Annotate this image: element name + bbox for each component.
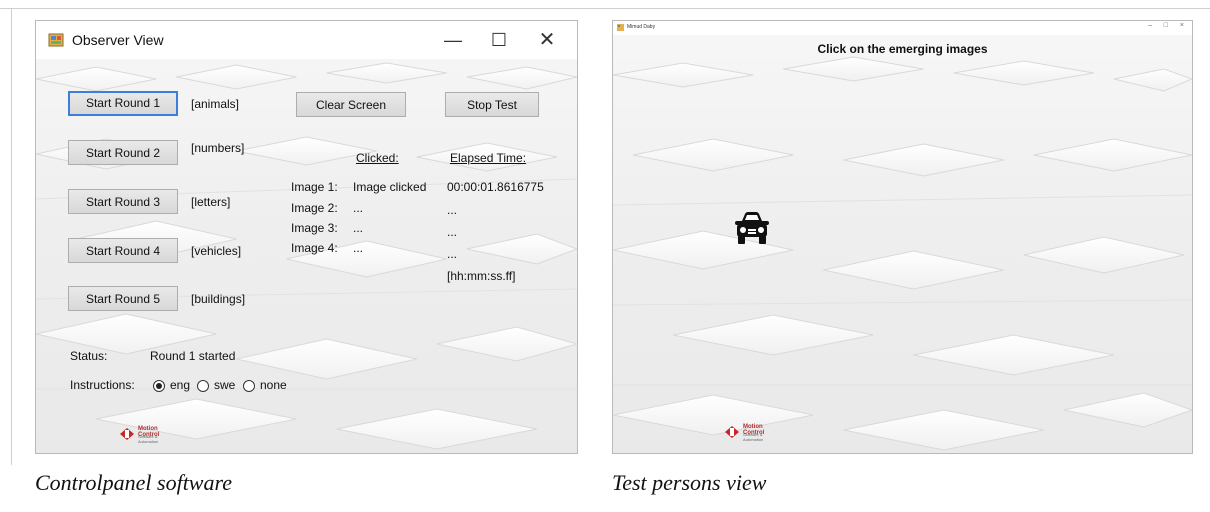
radio-swe[interactable] (197, 380, 209, 392)
maximize-button[interactable]: ☐ (479, 27, 519, 53)
round-5-category: [buildings] (191, 292, 246, 306)
left-caption: Controlpanel software (35, 470, 232, 495)
radio-eng[interactable] (153, 380, 165, 392)
round-3-category: [letters] (191, 195, 231, 209)
radio-eng-label: eng (170, 378, 191, 392)
close-button[interactable]: ✕ (527, 27, 567, 53)
round-2-category: [numbers] (191, 141, 245, 155)
close-button[interactable]: × (1180, 22, 1184, 29)
maximize-button[interactable]: □ (1164, 22, 1168, 29)
window-title: Mimud Daby (627, 24, 656, 30)
image-2-label: Image 2: (291, 201, 338, 215)
radio-none-label: none (260, 378, 287, 392)
image-4-time: ... (447, 247, 458, 261)
company-logo: Motion Control Software & Automation (118, 425, 178, 444)
radio-none[interactable] (243, 380, 255, 392)
start-round-3-button[interactable]: Start Round 3 (68, 189, 178, 214)
status-value: Round 1 started (150, 349, 236, 363)
minimize-button[interactable]: – (1148, 22, 1152, 29)
elapsed-time-header: Elapsed Time: (450, 151, 527, 165)
round-4-category: [vehicles] (191, 244, 242, 258)
instruction-text: Click on the emerging images (817, 42, 988, 56)
logo-mark-icon (725, 426, 739, 438)
company-logo: Motion Control Software & Automation (723, 423, 783, 442)
right-caption: Test persons view (612, 470, 767, 495)
start-round-2-button[interactable]: Start Round 2 (68, 140, 178, 165)
logo-subtext: Software & Automation (743, 432, 764, 442)
round-1-category: [animals] (191, 97, 240, 111)
image-1-clicked: Image clicked (353, 180, 427, 194)
image-3-clicked: ... (353, 221, 364, 235)
logo-subtext: Software & Automation (138, 434, 159, 444)
figure-left-border (11, 8, 12, 465)
image-4-clicked: ... (353, 241, 364, 255)
figure-top-border (0, 8, 1210, 9)
instructions-label: Instructions: (70, 378, 135, 392)
image-3-time: ... (447, 225, 458, 239)
start-round-5-button[interactable]: Start Round 5 (68, 286, 178, 311)
test-view-window: Mimud Daby – □ × Click on the emerging i… (612, 20, 1193, 454)
status-label: Status: (70, 349, 108, 363)
image-1-time: 00:00:01.8616775 (447, 180, 544, 194)
observer-window: Observer View — ☐ ✕ Start Round 1 [anima… (35, 20, 578, 454)
clear-screen-button[interactable]: Clear Screen (296, 92, 406, 117)
observer-title-bar: Observer View — ☐ ✕ (36, 21, 577, 59)
car-icon[interactable] (734, 211, 770, 245)
window-title: Observer View (72, 32, 164, 48)
radio-swe-label: swe (214, 378, 236, 392)
test-view-title-bar: Mimud Daby – □ × (613, 21, 1192, 35)
app-icon (617, 24, 624, 31)
clicked-header: Clicked: (356, 151, 399, 165)
app-icon (48, 33, 64, 47)
start-round-1-button[interactable]: Start Round 1 (68, 91, 178, 116)
image-4-label: Image 4: (291, 241, 338, 255)
image-2-time: ... (447, 203, 458, 217)
image-1-label: Image 1: (291, 180, 338, 194)
hexagon-background (613, 35, 1192, 453)
start-round-4-button[interactable]: Start Round 4 (68, 238, 178, 263)
image-3-label: Image 3: (291, 221, 338, 235)
minimize-button[interactable]: — (433, 27, 473, 53)
image-2-clicked: ... (353, 201, 364, 215)
logo-mark-icon (120, 428, 134, 440)
stop-test-button[interactable]: Stop Test (445, 92, 539, 117)
time-format-hint: [hh:mm:ss.ff] (447, 269, 516, 283)
